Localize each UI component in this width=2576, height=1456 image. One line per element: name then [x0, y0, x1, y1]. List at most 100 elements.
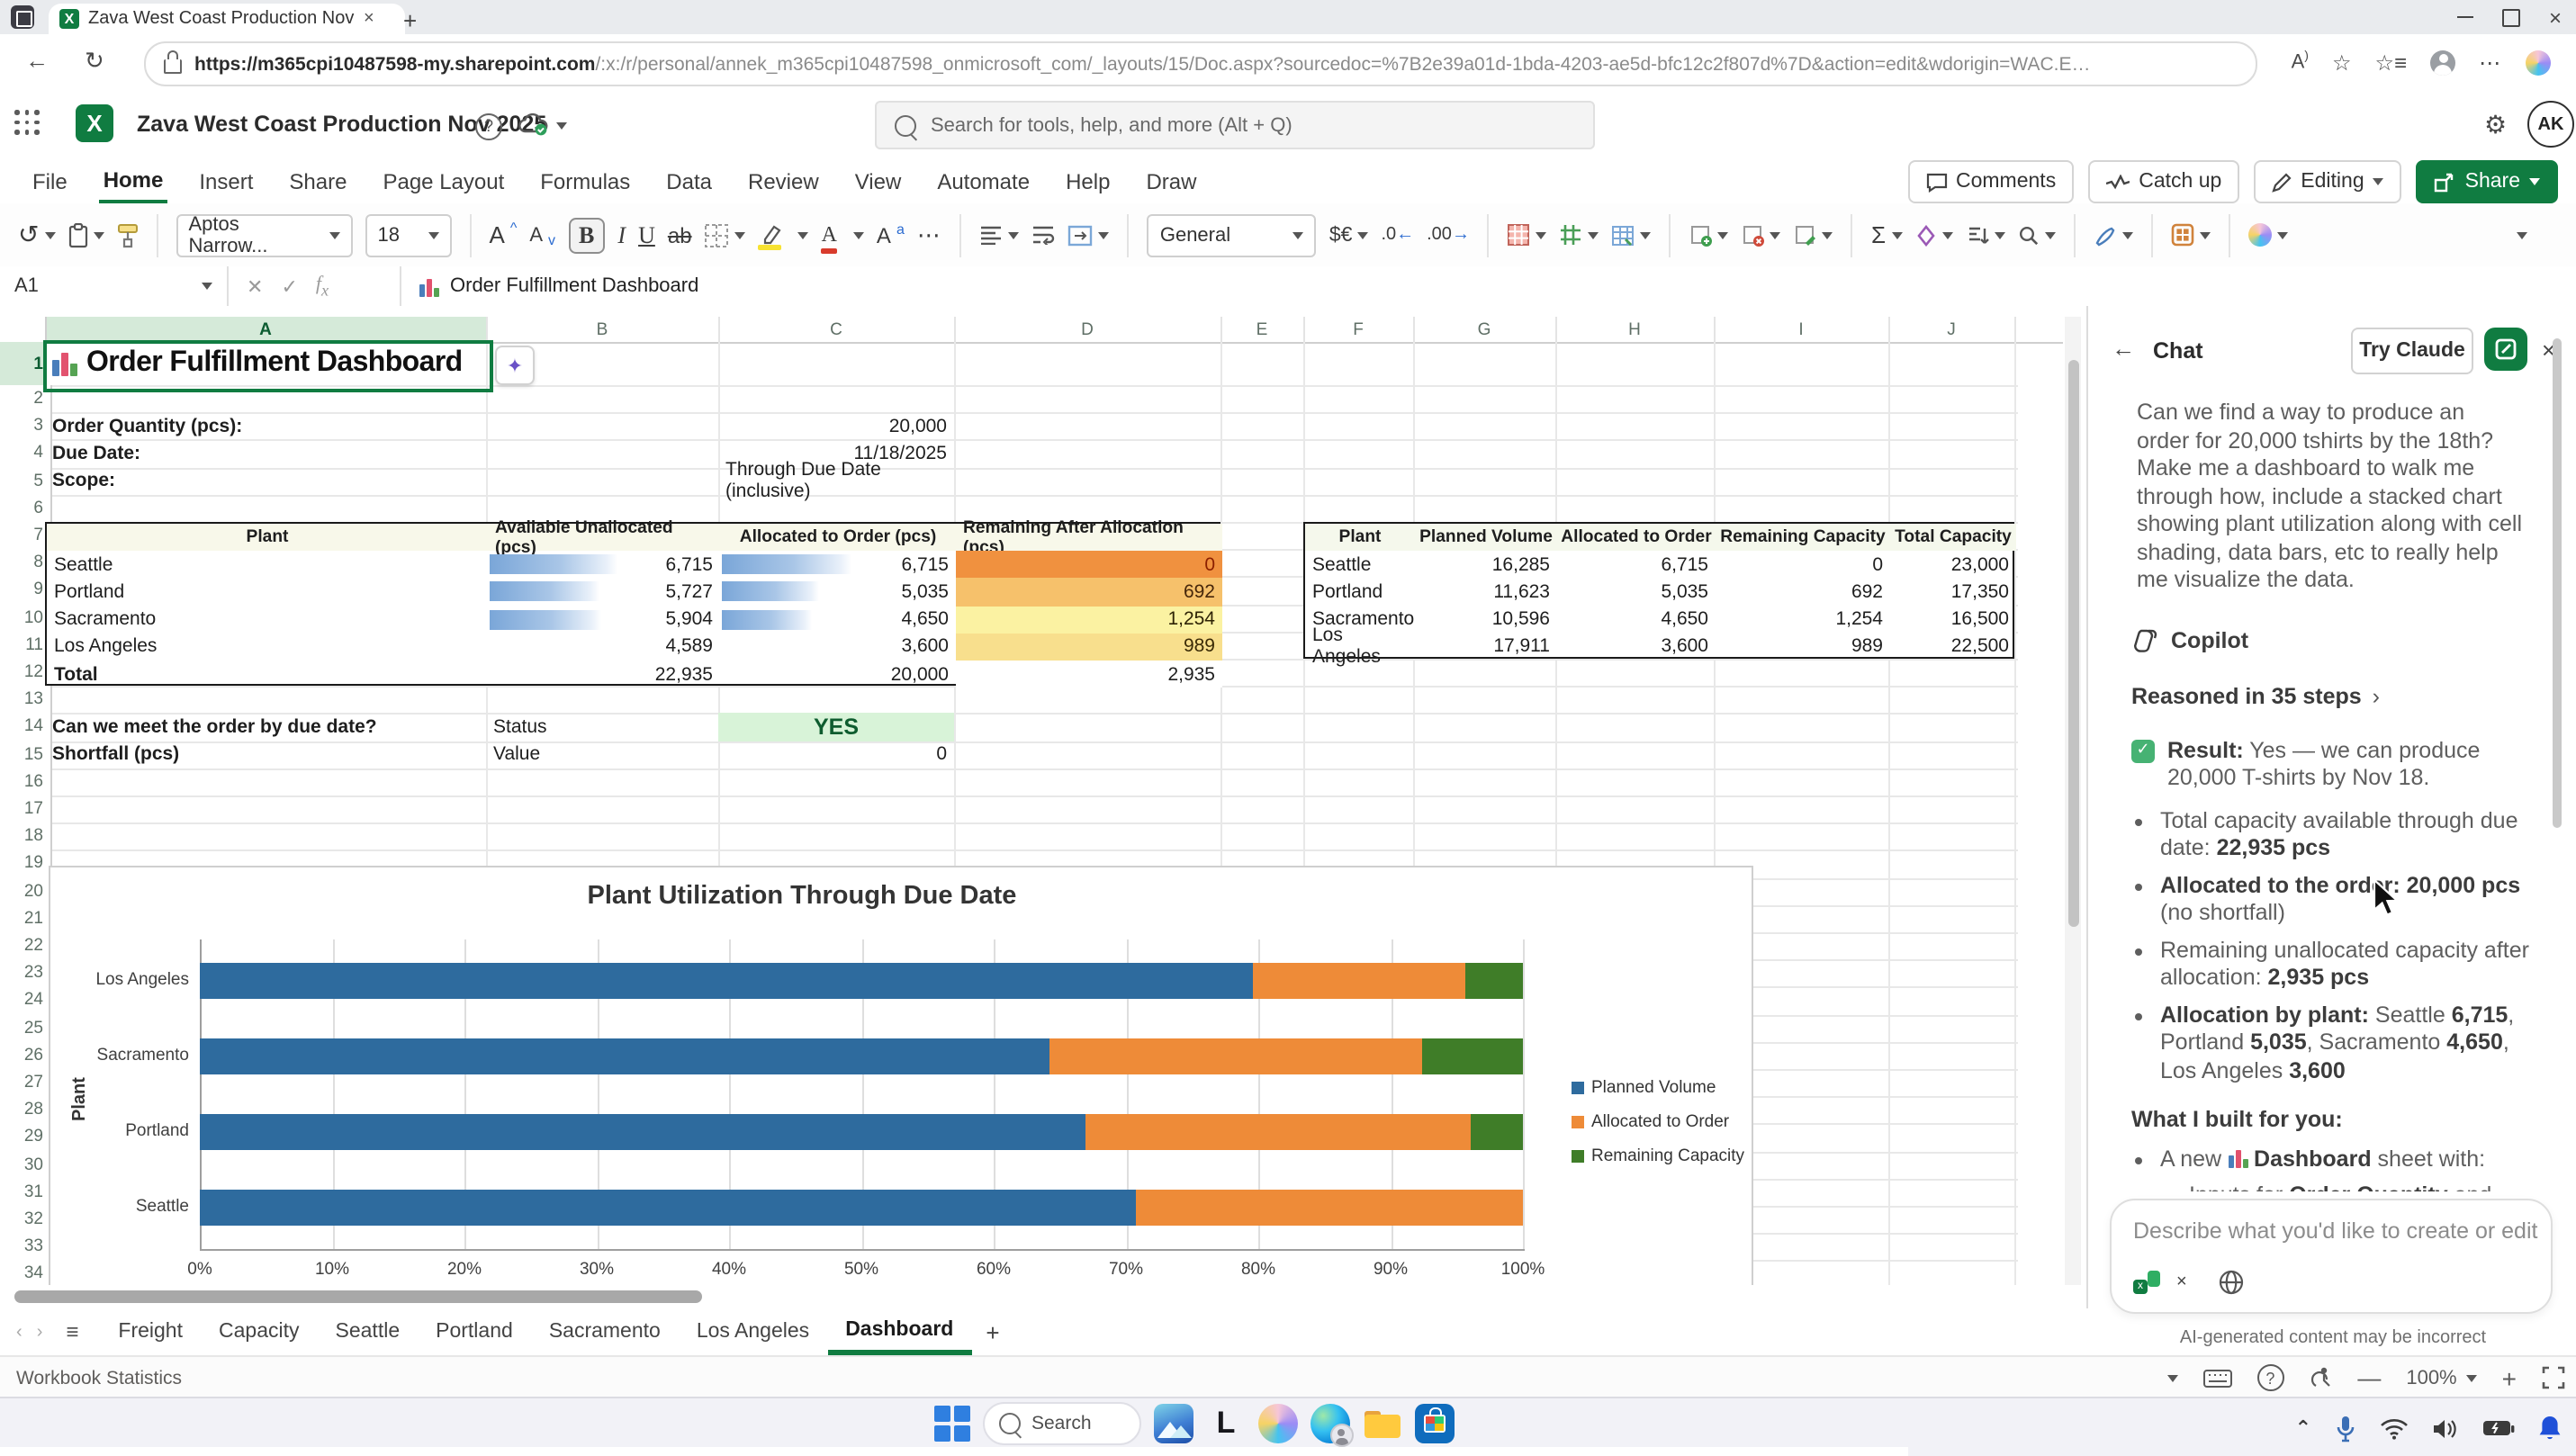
currency-icon[interactable]: $€: [1329, 224, 1369, 246]
cell-value-r5[interactable]: Through Due Date (inclusive): [718, 467, 954, 494]
tab-group-icon[interactable]: [11, 5, 34, 29]
font-name-icon[interactable]: Aptos Narrow...: [176, 213, 352, 256]
close-icon[interactable]: ×: [2549, 6, 2562, 28]
increase-decimal-icon[interactable]: .00→: [1427, 225, 1470, 245]
font-size-icon[interactable]: 18: [365, 213, 451, 256]
shrink-font-icon[interactable]: Av: [529, 221, 555, 248]
help-icon[interactable]: ?: [2256, 1364, 2283, 1391]
ribbon-tab-formulas[interactable]: Formulas: [536, 161, 634, 201]
ink-icon[interactable]: [2093, 224, 2132, 246]
column-header-I[interactable]: I: [1714, 317, 1890, 342]
cell-styles-icon[interactable]: [2170, 223, 2210, 247]
alignment-icon[interactable]: [980, 225, 1020, 245]
format-cells-icon[interactable]: [1794, 223, 1833, 247]
try-claude-button[interactable]: Try Claude: [2351, 328, 2473, 374]
question-label[interactable]: Can we meet the order by due date?: [45, 714, 486, 741]
row-number-31[interactable]: 31: [0, 1179, 52, 1208]
font-color-icon[interactable]: A: [822, 221, 864, 248]
bold-icon[interactable]: B: [568, 217, 605, 253]
add-sheet-button[interactable]: +: [986, 1318, 999, 1345]
sort-filter-icon[interactable]: [1965, 224, 2004, 246]
fx-icon[interactable]: fx: [316, 274, 329, 299]
delete-cells-icon[interactable]: [1742, 223, 1781, 247]
volume-icon[interactable]: [2432, 1417, 2459, 1439]
accessibility-icon[interactable]: [2309, 1366, 2332, 1389]
question-key[interactable]: Status: [486, 714, 718, 741]
enter-icon[interactable]: ✓: [281, 274, 297, 298]
ribbon-tab-file[interactable]: File: [29, 161, 71, 201]
column-header-H[interactable]: H: [1555, 317, 1716, 342]
wifi-icon[interactable]: [2380, 1417, 2409, 1439]
url-bar[interactable]: https://m365cpi10487598-my.sharepoint.co…: [144, 41, 2257, 86]
search-input[interactable]: Search for tools, help, and more (Alt + …: [875, 101, 1595, 149]
shortfall-label[interactable]: Shortfall (pcs): [45, 741, 486, 768]
insert-cells-icon[interactable]: [1689, 223, 1729, 247]
sheet-nav-right-icon[interactable]: ›: [37, 1322, 43, 1342]
row-number-32[interactable]: 32: [0, 1206, 52, 1235]
horizontal-scrollbar[interactable]: [0, 1285, 2086, 1308]
reasoned-steps-toggle[interactable]: Reasoned in 35 steps›: [2131, 683, 2547, 708]
autosave-cloud-icon[interactable]: [518, 112, 551, 146]
decrease-decimal-icon[interactable]: .0←: [1381, 225, 1414, 245]
refresh-icon[interactable]: ↻: [85, 47, 104, 76]
ribbon-collapse-icon[interactable]: [2300, 231, 2526, 238]
web-globe-icon[interactable]: [2218, 1269, 2245, 1296]
strikethrough-icon[interactable]: ab: [668, 222, 692, 247]
row-number-24[interactable]: 24: [0, 987, 52, 1016]
settings-gear-icon[interactable]: ⚙: [2484, 110, 2507, 140]
sheet-tab-sacramento[interactable]: Sacramento: [531, 1312, 679, 1352]
borders-icon[interactable]: [705, 222, 746, 247]
copilot-icon[interactable]: [2247, 223, 2287, 247]
row-number-28[interactable]: 28: [0, 1096, 52, 1125]
column-header-C[interactable]: C: [718, 317, 956, 342]
vertical-scrollbar-thumb[interactable]: [2067, 360, 2078, 927]
wrap-text-icon[interactable]: [1032, 225, 1056, 245]
comments-button[interactable]: Comments: [1907, 160, 2074, 203]
row-number-30[interactable]: 30: [0, 1151, 52, 1180]
row-number-27[interactable]: 27: [0, 1069, 52, 1098]
cancel-icon[interactable]: ✕: [247, 274, 263, 298]
ribbon-tab-help[interactable]: Help: [1062, 161, 1113, 201]
grid[interactable]: 1234567891011121314151617181920212223242…: [0, 342, 2063, 1289]
app-launcher-icon[interactable]: [14, 110, 43, 139]
more-font-icon[interactable]: Aa: [877, 222, 905, 247]
file-explorer-icon[interactable]: [1363, 1404, 1402, 1443]
workbook-statistics[interactable]: Workbook Statistics: [16, 1367, 182, 1389]
ribbon-tab-page-layout[interactable]: Page Layout: [379, 161, 508, 201]
back-icon[interactable]: ←: [2112, 335, 2135, 362]
chat-scrollbar-thumb[interactable]: [2553, 338, 2562, 828]
copilot-icon[interactable]: [2526, 49, 2551, 75]
number-format-icon[interactable]: General: [1148, 213, 1317, 256]
battery-icon[interactable]: [2482, 1418, 2515, 1438]
column-header-E[interactable]: E: [1220, 317, 1305, 342]
row-number-2[interactable]: 2: [0, 385, 52, 414]
ribbon-tab-draw[interactable]: Draw: [1142, 161, 1200, 201]
zoom-level-dropdown[interactable]: 100%: [2406, 1367, 2476, 1389]
shortfall-value[interactable]: 0: [718, 741, 954, 768]
cell-value-r3[interactable]: 20,000: [718, 412, 954, 439]
row-number-22[interactable]: 22: [0, 932, 52, 961]
column-header-B[interactable]: B: [486, 317, 720, 342]
row-number-29[interactable]: 29: [0, 1124, 52, 1153]
vertical-scrollbar[interactable]: [2065, 317, 2081, 1299]
ribbon-tab-review[interactable]: Review: [744, 161, 823, 201]
zoom-in-icon[interactable]: +: [2502, 1363, 2517, 1392]
sheet-nav-left-icon[interactable]: ‹: [16, 1322, 23, 1342]
share-button[interactable]: Share: [2417, 160, 2558, 203]
favorite-star-icon[interactable]: ☆: [2332, 49, 2352, 75]
ribbon-tab-share[interactable]: Share: [285, 161, 350, 201]
autosave-dropdown-icon[interactable]: [556, 122, 567, 130]
fullscreen-icon[interactable]: [2542, 1366, 2565, 1389]
conditional-formatting-icon[interactable]: [1508, 223, 1547, 247]
row-number-20[interactable]: 20: [0, 877, 52, 906]
chat-input[interactable]: Describe what you'd like to create or ed…: [2110, 1199, 2553, 1314]
start-icon[interactable]: [934, 1406, 970, 1442]
back-icon[interactable]: ←: [25, 47, 49, 74]
cell-label-r3[interactable]: Order Quantity (pcs):: [45, 412, 486, 439]
row-number-26[interactable]: 26: [0, 1042, 52, 1071]
format-as-table-icon[interactable]: [1612, 224, 1652, 246]
catch-up-button[interactable]: Catch up: [2088, 160, 2239, 203]
compose-icon[interactable]: [2484, 328, 2527, 371]
excel-agent-icon[interactable]: x: [2133, 1271, 2160, 1294]
more-options-icon[interactable]: ⋯: [917, 220, 942, 249]
